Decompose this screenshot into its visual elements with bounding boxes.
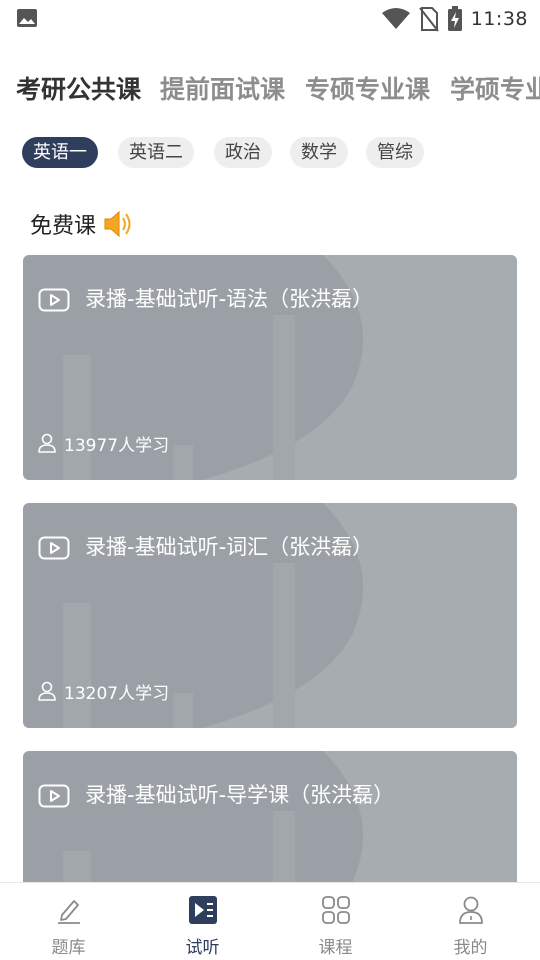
nav-label: 题库 (51, 938, 86, 958)
tab-public-courses[interactable]: 考研公共课 (16, 70, 141, 110)
course-list[interactable]: 录播-基础试听-语法（张洪磊） 13977人学习 录播-基础试听-词汇（张洪磊） (0, 255, 540, 882)
video-icon (38, 288, 70, 312)
user-icon (38, 433, 56, 453)
user-icon (38, 681, 56, 701)
speaker-icon (104, 210, 131, 238)
course-card[interactable]: 录播-基础试听-导学课（张洪磊） (23, 751, 517, 882)
chip-management[interactable]: 管综 (366, 137, 424, 168)
profile-icon (458, 896, 483, 924)
video-icon (38, 536, 70, 560)
nav-item-profile[interactable]: 我的 (403, 883, 538, 960)
tab-professional-master[interactable]: 专硕专业课 (305, 70, 430, 110)
clock: 11:38 (470, 8, 528, 30)
image-icon (17, 9, 37, 27)
card-background (63, 751, 517, 882)
tab-early-interview[interactable]: 提前面试课 (160, 70, 285, 110)
no-sim-icon (418, 7, 439, 32)
battery-charging-icon (447, 6, 462, 31)
wifi-icon (381, 8, 410, 29)
grid-icon (321, 896, 350, 924)
chip-english-2[interactable]: 英语二 (118, 137, 194, 168)
edit-icon (57, 900, 80, 924)
section-header: 免费课 (30, 206, 134, 242)
nav-label: 课程 (318, 938, 353, 958)
video-icon (38, 784, 70, 808)
section-title: 免费课 (30, 214, 97, 239)
course-title: 录播-基础试听-语法（张洪磊） (85, 287, 374, 311)
category-tabs: 考研公共课 提前面试课 专硕专业课 学硕专业 (0, 70, 540, 114)
nav-label: 我的 (453, 938, 488, 958)
status-bar: 11:38 (0, 0, 540, 38)
nav-item-trial[interactable]: 试听 (135, 883, 270, 960)
course-card[interactable]: 录播-基础试听-词汇（张洪磊） 13207人学习 (23, 503, 517, 728)
course-title: 录播-基础试听-词汇（张洪磊） (85, 535, 374, 559)
bottom-nav: 题库 试听 课程 我的 (0, 882, 540, 960)
chip-politics[interactable]: 政治 (214, 137, 272, 168)
course-card[interactable]: 录播-基础试听-语法（张洪磊） 13977人学习 (23, 255, 517, 480)
nav-label: 试听 (185, 938, 220, 958)
course-title: 录播-基础试听-导学课（张洪磊） (85, 783, 395, 807)
chip-english-1[interactable]: 英语一 (22, 137, 98, 168)
course-meta: 13977人学习 (38, 431, 170, 456)
chip-math[interactable]: 数学 (290, 137, 348, 168)
tab-academic-master[interactable]: 学硕专业 (450, 70, 540, 110)
subject-chips: 英语一 英语二 政治 数学 管综 (0, 137, 540, 169)
nav-item-question-bank[interactable]: 题库 (1, 883, 136, 960)
video-list-icon (188, 896, 217, 924)
learner-count: 13977人学习 (64, 435, 170, 456)
nav-item-courses[interactable]: 课程 (268, 883, 403, 960)
course-meta: 13207人学习 (38, 679, 170, 704)
learner-count: 13207人学习 (64, 683, 170, 704)
